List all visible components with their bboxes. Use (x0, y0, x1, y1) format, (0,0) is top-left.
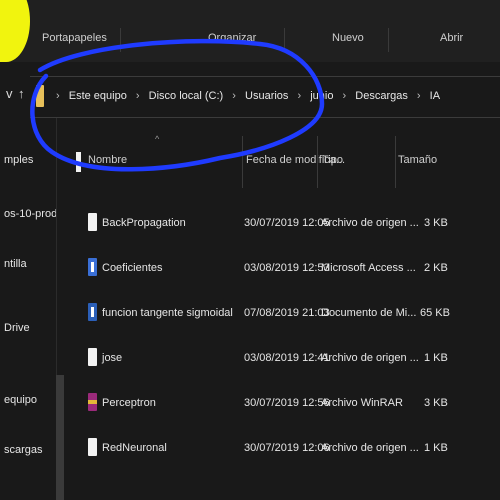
winrar-file-icon (88, 393, 97, 411)
sidebar-item-descargas[interactable]: scargas (4, 444, 43, 456)
ribbon-group-abrir[interactable]: Abrir (440, 32, 463, 44)
column-divider[interactable] (317, 136, 318, 188)
file-row[interactable]: BackPropagation 30/07/2019 12:05 Archivo… (64, 210, 500, 238)
column-header-type[interactable]: Tipo (322, 154, 343, 166)
breadcrumb-ia[interactable]: IA (430, 90, 440, 102)
file-type: Archivo de origen ... (321, 442, 419, 454)
sidebar-item-product[interactable]: os-10-produc (4, 208, 56, 220)
sidebar-item-samples[interactable]: mples (4, 154, 33, 166)
file-date: 30/07/2019 12:05 (244, 217, 330, 229)
word-file-icon (88, 303, 97, 321)
column-divider[interactable] (395, 136, 396, 188)
ribbon: Portapapeles Organizar Nuevo Abrir (0, 0, 500, 62)
breadcrumb-separator: › (232, 90, 236, 102)
sidebar-item-este-equipo[interactable]: equipo (4, 394, 37, 406)
file-name: Perceptron (102, 397, 156, 409)
breadcrumb: › Este equipo › Disco local (C:) › Usuar… (50, 90, 440, 102)
file-type: Microsoft Access ... (321, 262, 416, 274)
file-name: funcion tangente sigmoidal (102, 307, 233, 319)
file-row[interactable]: jose 03/08/2019 12:41 Archivo de origen … (64, 345, 500, 373)
breadcrumb-descargas[interactable]: Descargas (355, 90, 408, 102)
highlight-mark (0, 0, 30, 62)
column-header-size[interactable]: Tamaño (398, 154, 437, 166)
file-name: jose (102, 352, 123, 364)
sidebar-scrollbar[interactable] (56, 375, 64, 500)
sidebar-item-drive[interactable]: Drive (4, 322, 30, 334)
breadcrumb-separator: › (342, 90, 347, 102)
ribbon-divider (120, 28, 121, 52)
up-arrow-icon[interactable]: ↑ (18, 86, 25, 101)
breadcrumb-disco-local[interactable]: Disco local (C:) (149, 90, 224, 102)
generic-file-icon (88, 438, 97, 456)
file-date: 03/08/2019 12:41 (244, 352, 330, 364)
file-date: 07/08/2019 21:03 (244, 307, 330, 319)
folder-icon (36, 85, 44, 107)
generic-file-icon (88, 348, 97, 366)
breadcrumb-usuarios[interactable]: Usuarios (245, 90, 288, 102)
sidebar-item-plantilla[interactable]: ntilla (4, 258, 27, 270)
expand-icon[interactable]: v (6, 86, 13, 101)
file-row[interactable]: Perceptron 30/07/2019 12:56 Archivo WinR… (64, 390, 500, 418)
breadcrumb-separator: › (135, 90, 140, 102)
file-name: Coeficientes (102, 262, 163, 274)
file-type: Archivo de origen ... (321, 217, 419, 229)
file-date: 30/07/2019 12:56 (244, 397, 330, 409)
file-name: BackPropagation (102, 217, 186, 229)
ribbon-divider (284, 28, 285, 52)
file-row[interactable]: funcion tangente sigmoidal 07/08/2019 21… (64, 300, 500, 328)
column-header-name[interactable]: Nombre (88, 154, 127, 166)
file-type: Archivo de origen ... (321, 352, 419, 364)
breadcrumb-separator: › (297, 90, 302, 102)
file-size: 3 KB (424, 397, 448, 409)
column-divider[interactable] (242, 136, 243, 188)
file-size: 2 KB (424, 262, 448, 274)
ribbon-group-portapapeles[interactable]: Portapapeles (42, 32, 107, 44)
file-name: RedNeuronal (102, 442, 167, 454)
file-size: 1 KB (424, 352, 448, 364)
ribbon-group-nuevo[interactable]: Nuevo (332, 32, 364, 44)
file-row[interactable]: Coeficientes 03/08/2019 12:53 Microsoft … (64, 255, 500, 283)
file-date: 03/08/2019 12:53 (244, 262, 330, 274)
ribbon-group-organizar[interactable]: Organizar (208, 32, 256, 44)
ribbon-divider (388, 28, 389, 52)
select-all-checkbox[interactable] (76, 152, 81, 172)
access-file-icon (88, 258, 97, 276)
generic-file-icon (88, 213, 97, 231)
breadcrumb-separator: › (416, 90, 421, 102)
file-row[interactable]: RedNeuronal 30/07/2019 12:06 Archivo de … (64, 435, 500, 463)
breadcrumb-junio[interactable]: junio (310, 90, 333, 102)
file-size: 65 KB (420, 307, 450, 319)
breadcrumb-este-equipo[interactable]: Este equipo (69, 90, 127, 102)
sort-caret-icon: ^ (155, 134, 160, 144)
file-date: 30/07/2019 12:06 (244, 442, 330, 454)
breadcrumb-separator: › (56, 90, 60, 102)
file-size: 1 KB (424, 442, 448, 454)
file-size: 3 KB (424, 217, 448, 229)
navigation-pane: mples os-10-produc ntilla Drive equipo s… (0, 118, 57, 500)
file-type: Archivo WinRAR (321, 397, 403, 409)
file-type: Documento de Mi... (321, 307, 417, 319)
